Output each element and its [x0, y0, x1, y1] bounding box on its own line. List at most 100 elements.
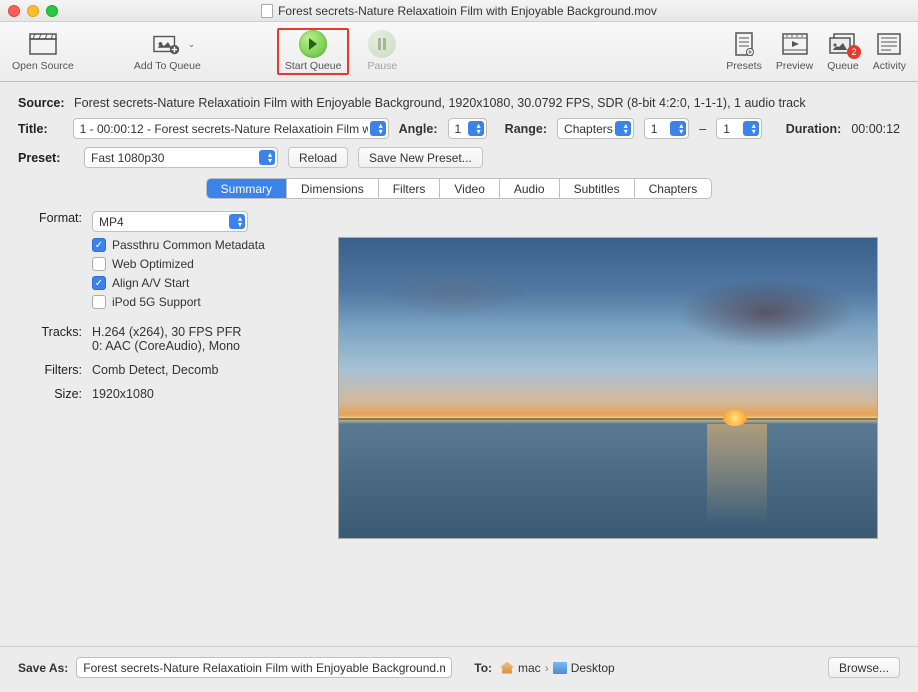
destination-path[interactable]: mac › Desktop: [500, 661, 615, 675]
preset-select[interactable]: Fast 1080p30 ▴▾: [84, 147, 278, 168]
chevron-down-icon[interactable]: ⌄: [188, 39, 196, 50]
filters-label: Filters:: [24, 363, 82, 377]
tab-filters[interactable]: Filters: [379, 179, 441, 198]
duration-label: Duration:: [786, 122, 842, 136]
presets-label: Presets: [726, 60, 762, 72]
range-from-value: 1: [651, 122, 658, 136]
size-value: 1920x1080: [92, 387, 154, 401]
presets-button[interactable]: Presets: [726, 31, 762, 72]
tab-audio[interactable]: Audio: [500, 179, 560, 198]
activity-label: Activity: [873, 60, 906, 72]
to-label: To:: [474, 661, 492, 675]
folder-icon: [553, 662, 567, 674]
browse-button[interactable]: Browse...: [828, 657, 900, 678]
titlebar: Forest secrets-Nature Relaxatioin Film w…: [0, 0, 918, 22]
tracks-label: Tracks:: [24, 325, 82, 353]
range-type-select[interactable]: Chapters ▴▾: [557, 118, 634, 139]
close-window-button[interactable]: [8, 5, 20, 17]
range-to-value: 1: [723, 122, 730, 136]
checkbox-unchecked-icon: [92, 295, 106, 309]
ipod-5g-checkbox[interactable]: iPod 5G Support: [92, 295, 265, 309]
preset-label: Preset:: [18, 151, 74, 165]
size-label: Size:: [24, 387, 82, 401]
minimize-window-button[interactable]: [27, 5, 39, 17]
home-icon: [500, 662, 514, 674]
preview-thumbnail: [338, 237, 900, 539]
window-title-text: Forest secrets-Nature Relaxatioin Film w…: [278, 4, 657, 18]
source-label: Source:: [18, 96, 74, 110]
source-value: Forest secrets-Nature Relaxatioin Film w…: [74, 96, 806, 110]
add-to-queue-button[interactable]: ⌄ Add To Queue: [134, 31, 201, 72]
open-source-button[interactable]: Open Source: [12, 31, 74, 72]
tracks-value: H.264 (x264), 30 FPS PFR 0: AAC (CoreAud…: [92, 325, 241, 353]
pause-label: Pause: [367, 60, 397, 72]
tab-dimensions[interactable]: Dimensions: [287, 179, 379, 198]
ipod-label: iPod 5G Support: [112, 295, 201, 309]
window-title: Forest secrets-Nature Relaxatioin Film w…: [0, 4, 918, 18]
preview-label: Preview: [776, 60, 813, 72]
queue-button[interactable]: Queue: [827, 31, 859, 72]
range-type-value: Chapters: [564, 122, 613, 136]
tab-subtitles[interactable]: Subtitles: [560, 179, 635, 198]
align-av-checkbox[interactable]: ✓ Align A/V Start: [92, 276, 265, 290]
start-queue-button[interactable]: Start Queue: [285, 31, 342, 72]
presets-icon: [730, 31, 758, 57]
tab-video[interactable]: Video: [440, 179, 499, 198]
preview-button[interactable]: Preview: [776, 31, 813, 72]
add-to-queue-label: Add To Queue: [134, 60, 201, 72]
save-as-input[interactable]: Forest secrets-Nature Relaxatioin Film w…: [76, 657, 452, 678]
toolbar: Open Source ⌄ Add To Queue Start Queue P…: [0, 22, 918, 82]
start-queue-label: Start Queue: [285, 60, 342, 72]
preset-value: Fast 1080p30: [91, 151, 164, 165]
save-as-value: Forest secrets-Nature Relaxatioin Film w…: [83, 661, 445, 675]
range-dash: –: [699, 122, 706, 136]
open-source-label: Open Source: [12, 60, 74, 72]
title-select[interactable]: 1 - 00:00:12 - Forest secrets-Nature Rel…: [73, 118, 389, 139]
play-icon: [299, 31, 327, 57]
summary-panel: Format: MP4 ▴▾ ✓ Passthru Common Metadat…: [18, 211, 900, 539]
angle-value: 1: [455, 122, 462, 136]
tab-chapters[interactable]: Chapters: [635, 179, 712, 198]
path-folder: Desktop: [571, 661, 615, 675]
range-from-select[interactable]: 1 ▴▾: [644, 118, 690, 139]
maximize-window-button[interactable]: [46, 5, 58, 17]
format-select[interactable]: MP4 ▴▾: [92, 211, 248, 232]
duration-value: 00:00:12: [851, 122, 900, 136]
title-select-value: 1 - 00:00:12 - Forest secrets-Nature Rel…: [80, 122, 368, 136]
activity-icon: [875, 31, 903, 57]
checkbox-checked-icon: ✓: [92, 238, 106, 252]
activity-button[interactable]: Activity: [873, 31, 906, 72]
start-queue-highlight: Start Queue: [277, 28, 350, 75]
angle-select[interactable]: 1 ▴▾: [448, 118, 487, 139]
title-label: Title:: [18, 122, 63, 136]
path-separator: ›: [545, 661, 549, 675]
reload-button[interactable]: Reload: [288, 147, 348, 168]
format-label: Format:: [24, 211, 82, 225]
film-clapper-icon: [29, 31, 57, 57]
passthru-label: Passthru Common Metadata: [112, 238, 265, 252]
web-optimized-checkbox[interactable]: Web Optimized: [92, 257, 265, 271]
main-content: Source: Forest secrets-Nature Relaxatioi…: [0, 82, 918, 539]
checkbox-unchecked-icon: [92, 257, 106, 271]
pause-icon: [368, 31, 396, 57]
window-controls: [8, 5, 58, 17]
pause-button: Pause: [367, 31, 397, 72]
passthru-metadata-checkbox[interactable]: ✓ Passthru Common Metadata: [92, 238, 265, 252]
save-as-label: Save As:: [18, 661, 68, 675]
bottom-bar: Save As: Forest secrets-Nature Relaxatio…: [0, 646, 918, 692]
path-home: mac: [518, 661, 541, 675]
tabs: Summary Dimensions Filters Video Audio S…: [18, 178, 900, 199]
filters-value: Comb Detect, Decomb: [92, 363, 218, 377]
queue-icon: [829, 31, 857, 57]
preview-icon: [781, 31, 809, 57]
web-optimized-label: Web Optimized: [112, 257, 194, 271]
queue-label: Queue: [827, 60, 859, 72]
tab-summary[interactable]: Summary: [207, 179, 287, 198]
angle-label: Angle:: [399, 122, 438, 136]
add-to-queue-icon: ⌄: [153, 31, 181, 57]
save-new-preset-button[interactable]: Save New Preset...: [358, 147, 483, 168]
format-value: MP4: [99, 215, 124, 229]
range-to-select[interactable]: 1 ▴▾: [716, 118, 762, 139]
document-icon: [261, 4, 273, 18]
preview-image: [338, 237, 878, 539]
